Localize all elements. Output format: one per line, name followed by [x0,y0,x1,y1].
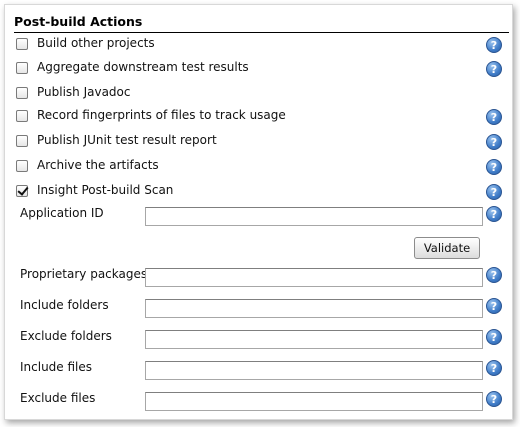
help-icon[interactable]: ? [486,37,502,53]
proprietary-packages-input[interactable] [145,268,483,287]
help-icon[interactable]: ? [486,184,502,200]
include-folders-label: Include folders [20,298,109,312]
label-publish-javadoc: Publish Javadoc [37,85,131,99]
help-icon[interactable]: ? [486,298,502,314]
help-icon[interactable]: ? [486,109,502,125]
help-icon[interactable]: ? [486,267,502,283]
include-files-input[interactable] [145,361,483,380]
section-divider [14,32,509,33]
action-publish-junit[interactable]: Publish JUnit test result report ? [5,131,512,153]
label-publish-junit: Publish JUnit test result report [37,133,217,147]
label-insight-scan: Insight Post-build Scan [37,183,174,197]
label-archive-artifacts: Archive the artifacts [37,158,159,172]
checkbox-aggregate-downstream[interactable] [16,62,28,74]
include-folders-input[interactable] [145,299,483,318]
checkbox-record-fingerprints[interactable] [16,110,28,122]
checkbox-insight-scan[interactable] [16,185,28,197]
label-record-fingerprints: Record fingerprints of files to track us… [37,108,286,122]
application-id-input[interactable] [145,207,483,226]
exclude-folders-input[interactable] [145,330,483,349]
checkbox-archive-artifacts[interactable] [16,160,28,172]
exclude-files-input[interactable] [145,392,483,411]
action-record-fingerprints[interactable]: Record fingerprints of files to track us… [5,106,512,128]
validate-button[interactable]: Validate [414,237,480,259]
action-build-other-projects[interactable]: Build other projects ? [5,34,512,56]
exclude-folders-label: Exclude folders [20,329,112,343]
checkbox-build-other-projects[interactable] [16,38,28,50]
proprietary-packages-label: Proprietary packages [20,267,148,281]
action-publish-javadoc[interactable]: Publish Javadoc [5,83,512,105]
include-files-label: Include files [20,360,93,374]
help-icon[interactable]: ? [486,360,502,376]
checkbox-publish-junit[interactable] [16,135,28,147]
label-build-other-projects: Build other projects [37,36,155,50]
action-archive-artifacts[interactable]: Archive the artifacts ? [5,156,512,178]
post-build-actions-panel: Post-build Actions Build other projects … [4,4,513,420]
label-aggregate-downstream: Aggregate downstream test results [37,60,249,74]
help-icon[interactable]: ? [486,391,502,407]
help-icon[interactable]: ? [486,134,502,150]
help-icon[interactable]: ? [486,206,502,222]
help-icon[interactable]: ? [486,159,502,175]
help-icon[interactable]: ? [486,61,502,77]
section-title: Post-build Actions [14,14,143,29]
action-aggregate-downstream[interactable]: Aggregate downstream test results ? [5,58,512,80]
help-icon[interactable]: ? [486,329,502,345]
exclude-files-label: Exclude files [20,391,96,405]
action-insight-scan[interactable]: Insight Post-build Scan ? [5,181,512,203]
application-id-label: Application ID [20,206,104,220]
checkbox-publish-javadoc[interactable] [16,87,28,99]
